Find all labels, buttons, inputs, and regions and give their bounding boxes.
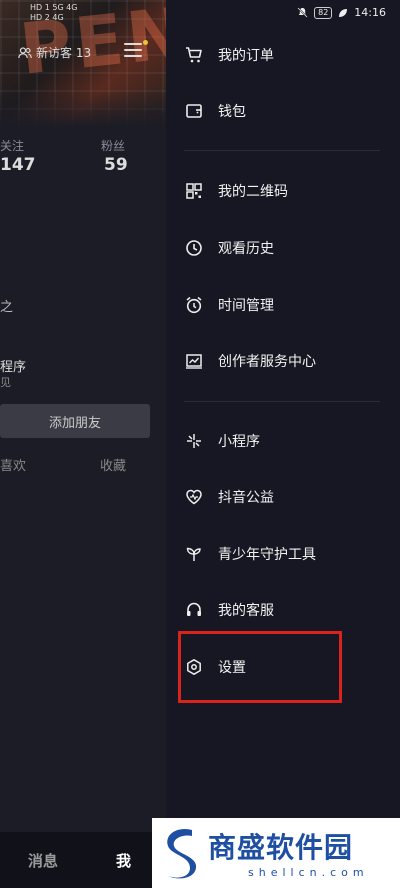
leaf-icon (339, 8, 348, 17)
fans-count[interactable]: 59 (104, 155, 128, 175)
menu-item-youth-protection[interactable]: 青少年守护工具 (184, 534, 384, 574)
qrcode-icon (184, 181, 204, 201)
visitors-label: 新访客 13 (36, 46, 92, 60)
profile-page-background: PEN HD 1 5G 4G HD 2 4G 新访客 13 关注 147 粉丝 … (0, 0, 166, 888)
bottom-navigation: 消息 我 (0, 832, 166, 888)
chart-icon (184, 351, 204, 371)
headset-icon (184, 600, 204, 620)
menu-item-time-management[interactable]: 时间管理 (184, 285, 384, 325)
wallet-icon (184, 101, 204, 121)
menu-item-creator-center[interactable]: 创作者服务中心 (184, 341, 384, 381)
battery-indicator: 82 (314, 6, 333, 19)
visitors-icon (18, 46, 32, 58)
tab-likes[interactable]: 喜欢 (0, 455, 26, 474)
following-label: 关注 (0, 139, 25, 153)
following-count[interactable]: 147 (0, 155, 36, 175)
menu-divider (184, 401, 380, 402)
sprout-icon (184, 544, 204, 564)
alarm-icon (184, 295, 204, 315)
nav-me[interactable]: 我 (116, 850, 131, 871)
menu-item-charity[interactable]: 抖音公益 (184, 477, 384, 517)
fans-label: 粉丝 (101, 139, 126, 153)
new-visitors-button[interactable]: 新访客 13 (18, 44, 91, 61)
menu-item-customer-service[interactable]: 我的客服 (184, 590, 384, 630)
menu-item-history[interactable]: 观看历史 (184, 228, 384, 268)
clock-icon (184, 238, 204, 258)
tab-favorites[interactable]: 收藏 (100, 455, 126, 474)
sparkle-icon (184, 431, 204, 451)
hamburger-menu-icon[interactable] (124, 43, 142, 57)
partial-subtext: 见 (0, 376, 11, 389)
status-bar-right: 82 14:16 (297, 6, 386, 19)
menu-item-orders[interactable]: 我的订单 (184, 35, 384, 75)
clock-time: 14:16 (354, 6, 386, 19)
notification-dot (143, 40, 148, 45)
heart-icon (184, 487, 204, 507)
menu-item-mini-program[interactable]: 小程序 (184, 421, 384, 461)
nav-messages[interactable]: 消息 (28, 850, 58, 871)
site-watermark: 商盛软件园 shellcn.com (152, 818, 400, 888)
status-network-indicators: HD 1 5G 4G HD 2 4G (30, 3, 78, 22)
add-friend-button[interactable]: 添加朋友 (0, 404, 150, 438)
mute-bell-icon (297, 7, 308, 18)
watermark-title: 商盛软件园 (208, 831, 354, 864)
menu-item-qrcode[interactable]: 我的二维码 (184, 171, 384, 211)
watermark-logo-icon (167, 828, 197, 879)
mini-program-entry[interactable]: 程序 (0, 356, 26, 375)
menu-divider (184, 150, 380, 151)
menu-item-wallet[interactable]: 钱包 (184, 91, 384, 131)
side-drawer-menu: 82 14:16 我的订单 钱包 我的二维码 观看历史 时间管理 创作者服务中心… (166, 0, 400, 888)
watermark-site: shellcn.com (248, 866, 369, 879)
partial-text: 之 (0, 300, 14, 315)
profile-cover-image: PEN (0, 0, 166, 128)
settings-highlight-box (178, 631, 342, 703)
cart-icon (184, 45, 204, 65)
